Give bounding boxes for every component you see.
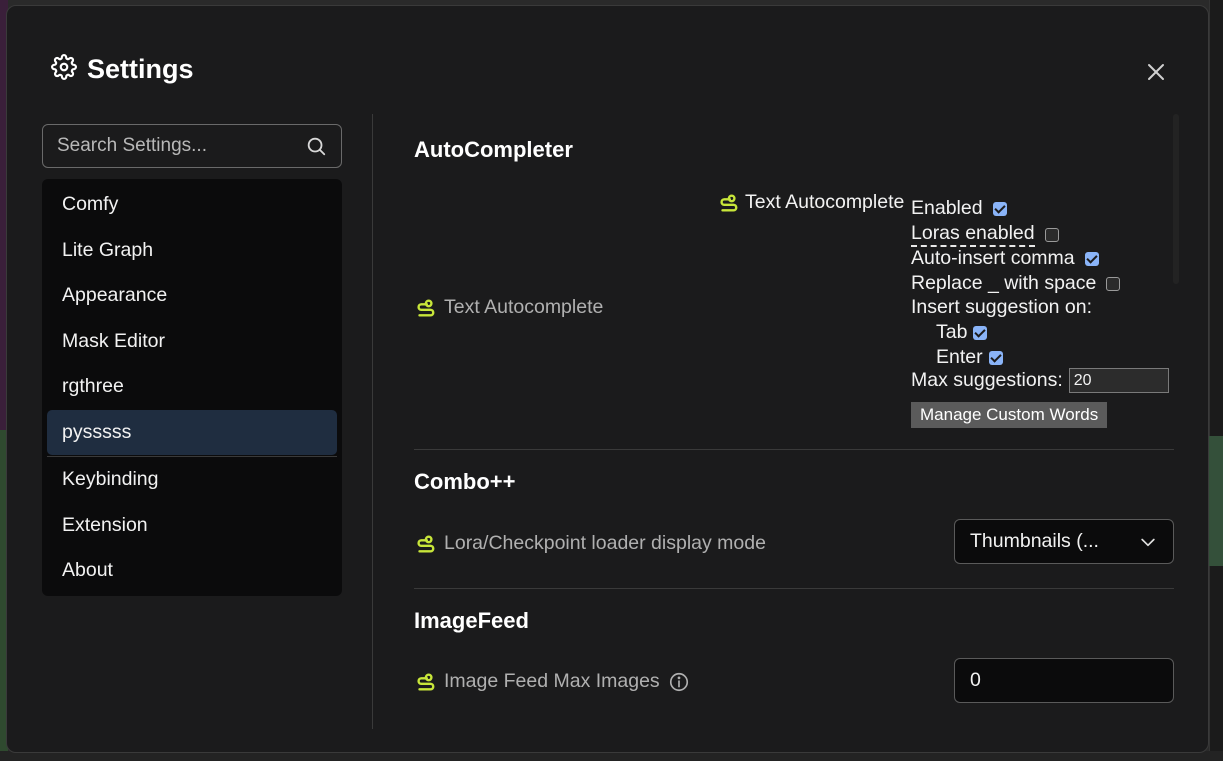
snake-icon: [414, 297, 436, 319]
canvas-background-right: [1209, 0, 1223, 761]
setting-label: Lora/Checkpoint loader display mode: [444, 532, 766, 554]
search-input[interactable]: [57, 135, 305, 157]
dialog-header: Settings: [51, 54, 194, 85]
nav-item-extension[interactable]: Extension: [47, 503, 337, 549]
nav-item-comfy[interactable]: Comfy: [47, 182, 337, 228]
option-enter-label: Enter: [936, 346, 983, 368]
option-insert-label: Insert suggestion on:: [911, 296, 1093, 318]
search-icon[interactable]: [305, 135, 327, 157]
gear-icon: [51, 54, 77, 85]
close-button[interactable]: [1144, 60, 1168, 84]
snake-icon: [414, 671, 436, 693]
option-max: Max suggestions:: [911, 368, 1169, 393]
nav-item-appearance[interactable]: Appearance: [47, 273, 337, 319]
comma-checkbox[interactable]: [1084, 251, 1099, 266]
nav-item-about[interactable]: About: [47, 548, 337, 594]
setting-text-autocomplete: Text Autocomplete: [414, 296, 603, 319]
autocomplete-header: Text Autocomplete: [717, 191, 904, 214]
max-suggestions-input[interactable]: [1068, 368, 1169, 393]
settings-nav: Comfy Lite Graph Appearance Mask Editor …: [42, 179, 342, 596]
tab-checkbox[interactable]: [973, 325, 988, 340]
nav-item-rgthree[interactable]: rgthree: [47, 364, 337, 410]
section-divider: [414, 588, 1174, 589]
display-mode-select[interactable]: Thumbnails (...: [954, 519, 1174, 564]
option-enter: Enter: [936, 346, 1003, 369]
setting-image-feed-max: Image Feed Max Images: [414, 670, 690, 693]
section-title-autocompleter: AutoCompleter: [414, 137, 573, 162]
scrollbar[interactable]: [1173, 114, 1179, 284]
option-enabled: Enabled: [911, 197, 1007, 220]
nav-item-mask-editor[interactable]: Mask Editor: [47, 319, 337, 365]
option-insert-on: Insert suggestion on:: [911, 296, 1092, 319]
section-title-imagefeed: ImageFeed: [414, 608, 529, 633]
autocomplete-header-label: Text Autocomplete: [745, 191, 905, 213]
dialog-title: Settings: [87, 54, 194, 84]
image-feed-max-input[interactable]: [954, 658, 1174, 703]
enter-checkbox[interactable]: [988, 350, 1003, 365]
info-icon[interactable]: [668, 671, 690, 693]
settings-dialog: Settings Comfy Lite Graph Appearance Mas…: [6, 5, 1209, 753]
option-comma: Auto-insert comma: [911, 247, 1099, 270]
replace-checkbox[interactable]: [1106, 276, 1121, 291]
snake-icon: [717, 192, 739, 214]
option-replace: Replace _ with space: [911, 272, 1121, 295]
loras-checkbox[interactable]: [1044, 227, 1059, 242]
enabled-checkbox[interactable]: [992, 201, 1007, 216]
option-loras-label: Loras enabled: [911, 222, 1035, 247]
snake-icon: [414, 533, 436, 555]
search-box: [42, 124, 342, 168]
manage-custom-words-button[interactable]: Manage Custom Words: [911, 402, 1108, 428]
option-tab-label: Tab: [936, 321, 968, 343]
option-comma-label: Auto-insert comma: [911, 247, 1075, 269]
setting-display-mode: Lora/Checkpoint loader display mode: [414, 532, 766, 555]
canvas-background-right-green: [1209, 436, 1223, 566]
setting-label: Text Autocomplete: [444, 296, 604, 318]
nav-item-pysssss[interactable]: pysssss: [47, 409, 337, 455]
option-tab: Tab: [936, 321, 988, 344]
nav-item-keybinding[interactable]: Keybinding: [47, 457, 337, 503]
display-mode-value: Thumbnails (...: [970, 530, 1099, 552]
chevron-down-icon: [1141, 538, 1155, 546]
close-icon: [1148, 64, 1164, 80]
option-replace-label: Replace _ with space: [911, 272, 1097, 294]
option-loras: Loras enabled: [911, 222, 1059, 247]
option-max-label: Max suggestions:: [911, 369, 1063, 391]
setting-label: Image Feed Max Images: [444, 670, 660, 692]
section-divider: [414, 449, 1174, 450]
section-title-combo: Combo++: [414, 469, 516, 494]
panel-divider: [372, 114, 373, 729]
nav-item-lite-graph[interactable]: Lite Graph: [47, 228, 337, 274]
option-enabled-label: Enabled: [911, 197, 983, 219]
